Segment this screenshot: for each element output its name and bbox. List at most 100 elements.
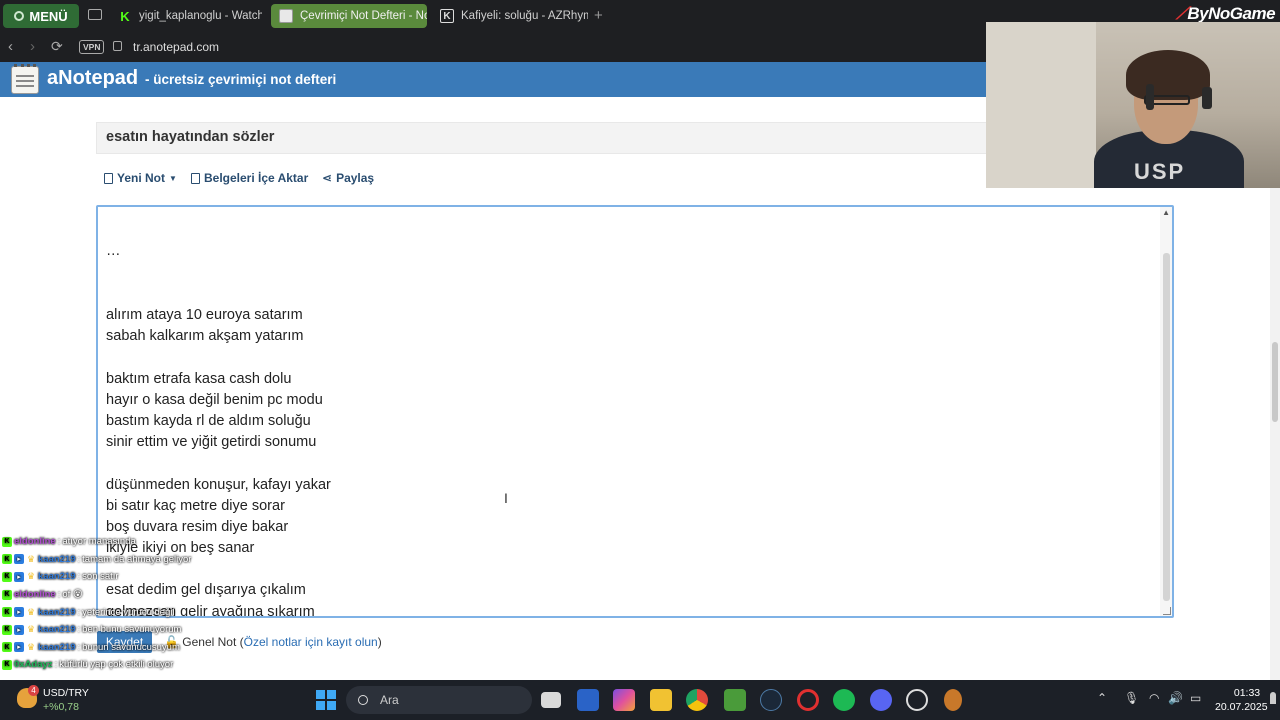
taskbar-search[interactable]: Ara bbox=[346, 686, 532, 714]
chat-message: K ▸ ♛ kaan219 : son satır bbox=[2, 568, 302, 586]
ticker-change[interactable]: +%0,78 bbox=[43, 701, 79, 713]
app-dropbox-icon[interactable] bbox=[577, 689, 599, 711]
import-document-icon bbox=[191, 172, 200, 184]
steam-icon[interactable] bbox=[760, 689, 782, 711]
scroll-up-icon[interactable]: ▲ bbox=[1162, 208, 1170, 217]
chat-text: son satır bbox=[82, 571, 119, 583]
tab-kick[interactable]: K yigit_kaplanoglu - Watch c bbox=[110, 4, 262, 28]
subscriber-badge-icon: ▸ bbox=[14, 607, 24, 618]
opera-icon[interactable] bbox=[797, 689, 819, 711]
chat-message: K ▸ ♛ kaan219 : ben bunu savunuyorum bbox=[2, 621, 302, 639]
lock-icon[interactable] bbox=[113, 41, 122, 51]
kick-badge-icon: K bbox=[2, 607, 12, 618]
tab-azrhymes[interactable]: K Kafiyeli: soluğu - AZRhym bbox=[432, 4, 588, 28]
note-line: hayır o kasa değil benim pc modu bbox=[106, 391, 323, 408]
chat-username: eldonline bbox=[14, 536, 56, 548]
notepad-favicon-icon bbox=[279, 9, 293, 23]
chat-message: Keldonline : of 😮 bbox=[2, 586, 302, 604]
crown-badge-icon: ♛ bbox=[26, 571, 36, 582]
chrome-icon[interactable] bbox=[686, 689, 708, 711]
wifi-icon[interactable]: ◠ bbox=[1149, 691, 1159, 705]
import-label: Belgeleri İçe Aktar bbox=[204, 171, 309, 185]
stream-chat-overlay: Keldonline : atıyor manasında K ▸ ♛ kaan219 … bbox=[2, 533, 302, 674]
chat-message: K 0xAdayz : küfürlü yap çok etkili oluyor bbox=[2, 656, 302, 674]
notification-bell-icon[interactable] bbox=[1270, 692, 1276, 704]
subscriber-badge-icon: ▸ bbox=[14, 624, 24, 635]
forward-icon[interactable]: › bbox=[30, 38, 35, 55]
import-documents-button[interactable]: Belgeleri İçe Aktar bbox=[191, 171, 308, 185]
clock-date[interactable]: 20.07.2025 bbox=[1215, 701, 1268, 713]
new-note-button[interactable]: Yeni Not ▼ bbox=[104, 171, 177, 185]
tab-title: Kafiyeli: soluğu - AZRhym bbox=[461, 10, 588, 22]
crown-badge-icon: ♛ bbox=[26, 624, 36, 635]
crown-badge-icon: ♛ bbox=[26, 606, 36, 617]
chat-username: eldonline bbox=[14, 589, 56, 601]
chat-username: kaan219 bbox=[38, 624, 76, 636]
ticker-label[interactable]: USD/TRY bbox=[43, 687, 89, 699]
copilot-icon[interactable] bbox=[613, 689, 635, 711]
webcam-overlay: USP bbox=[986, 22, 1280, 188]
minecraft-icon[interactable] bbox=[724, 689, 746, 711]
note-line: sabah kalkarım akşam yatarım bbox=[106, 328, 304, 345]
tray-expand-icon[interactable]: ⌃ bbox=[1097, 691, 1107, 705]
resize-handle-icon[interactable] bbox=[1163, 607, 1171, 615]
scroll-thumb[interactable] bbox=[1163, 253, 1170, 601]
chat-username: 0xAdayz bbox=[14, 659, 53, 671]
chat-username: kaan219 bbox=[38, 641, 76, 653]
kick-badge-icon: K bbox=[2, 589, 12, 600]
microphone-icon[interactable]: 🎙 bbox=[1124, 691, 1139, 705]
page-scroll-thumb[interactable] bbox=[1272, 342, 1278, 422]
chat-text: bunun savunucusuyum bbox=[82, 641, 180, 653]
workspaces-icon[interactable] bbox=[88, 9, 102, 20]
chat-message: K ▸ ♛ kaan219 : yeterince vurucu değil bbox=[2, 603, 302, 621]
widget-badge: 4 bbox=[28, 685, 39, 696]
note-line: bastım kayda rl de aldım soluğu bbox=[106, 412, 311, 429]
tab-anotepad[interactable]: Çevrimiçi Not Defteri - No bbox=[271, 4, 427, 28]
task-view-icon[interactable] bbox=[541, 692, 561, 708]
file-explorer-icon[interactable] bbox=[650, 689, 672, 711]
chat-text: atıyor manasında bbox=[62, 536, 136, 548]
menu-label: MENÜ bbox=[29, 8, 68, 24]
note-line-partial: … bbox=[106, 243, 121, 260]
chat-text: tamam da ahmaya geliyor bbox=[82, 553, 192, 565]
vpn-badge[interactable]: VPN bbox=[79, 40, 105, 54]
kick-badge-icon: K bbox=[2, 624, 12, 635]
note-line: düşünmeden konuşur, kafayı yakar bbox=[106, 476, 331, 493]
clock-time[interactable]: 01:33 bbox=[1232, 687, 1262, 699]
chat-message: K ▸ ♛ kaan219 : tamam da ahmaya geliyor bbox=[2, 551, 302, 569]
start-button[interactable] bbox=[316, 690, 336, 710]
chat-text: ben bunu savunuyorum bbox=[82, 624, 182, 636]
tab-title: Çevrimiçi Not Defteri - No bbox=[300, 10, 427, 22]
obs-icon[interactable] bbox=[906, 689, 928, 711]
spotify-icon[interactable] bbox=[833, 689, 855, 711]
editor-scrollbar[interactable]: ▲ bbox=[1160, 207, 1172, 616]
battery-icon[interactable]: ▭ bbox=[1190, 691, 1201, 705]
note-line: alırım ataya 10 euroya satarım bbox=[106, 307, 303, 323]
opera-logo-icon bbox=[14, 11, 25, 21]
url-field[interactable]: tr.anotepad.com bbox=[133, 40, 219, 54]
chat-message: K ▸ ♛ kaan219 : bunun savunucusuyum bbox=[2, 639, 302, 657]
opera-menu-button[interactable]: MENÜ bbox=[3, 4, 79, 28]
share-label: Paylaş bbox=[336, 171, 375, 185]
chat-text: of 😮 bbox=[62, 589, 83, 601]
kick-badge-icon: K bbox=[2, 571, 12, 582]
document-icon bbox=[104, 172, 113, 184]
app-title[interactable]: aNotepad bbox=[47, 67, 138, 90]
notepad-logo-icon[interactable] bbox=[11, 64, 39, 94]
windows-taskbar: 4 USD/TRY +%0,78 Ara ⌃ 🎙 ◠ 🔊 ▭ 01:33 20.… bbox=[0, 680, 1280, 720]
bynogame-logo: ⟋ByNoGame bbox=[1176, 4, 1276, 23]
chat-text: küfürlü yap çok etkili oluyor bbox=[59, 659, 174, 671]
volume-icon[interactable]: 🔊 bbox=[1168, 691, 1183, 705]
note-line: bi satır kaç metre diye sorar bbox=[106, 497, 285, 514]
discord-icon[interactable] bbox=[870, 689, 892, 711]
new-tab-button[interactable]: + bbox=[594, 7, 603, 24]
note-line bbox=[106, 347, 1146, 368]
kick-badge-icon: K bbox=[2, 659, 12, 670]
tab-title: yigit_kaplanoglu - Watch c bbox=[139, 10, 262, 22]
share-button[interactable]: ⋖ Paylaş bbox=[322, 171, 374, 185]
app-subtitle: - ücretsiz çevrimiçi not defteri bbox=[145, 72, 337, 87]
back-icon[interactable]: ‹ bbox=[8, 38, 13, 55]
note-line bbox=[106, 453, 1146, 474]
reload-icon[interactable]: ⟳ bbox=[51, 38, 63, 55]
app-icon[interactable] bbox=[944, 689, 962, 711]
